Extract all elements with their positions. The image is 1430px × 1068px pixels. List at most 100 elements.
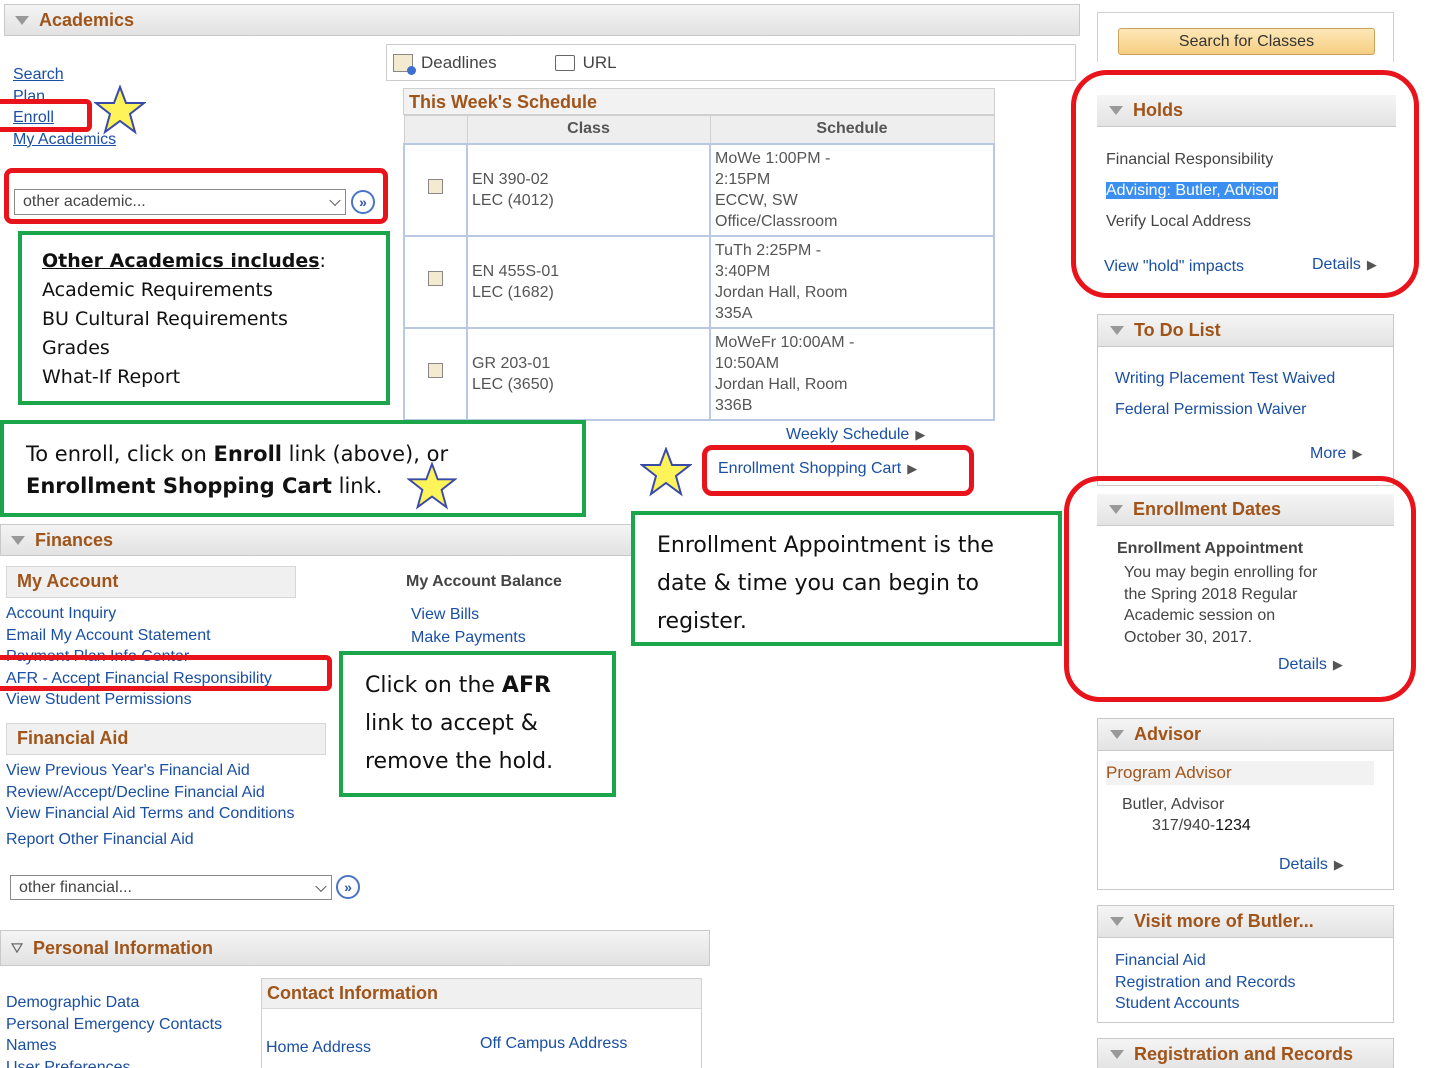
- user-preferences-link[interactable]: User Preferences: [6, 1059, 131, 1068]
- home-address-label[interactable]: Home Address: [266, 1039, 371, 1057]
- url-tab[interactable]: URL: [583, 53, 617, 73]
- collapse-triangle-icon: [1110, 730, 1124, 739]
- todo-item[interactable]: Writing Placement Test Waived: [1115, 370, 1335, 387]
- class-cell: EN 390-02 LEC (4012): [466, 142, 711, 237]
- calendar-icon: [428, 179, 443, 194]
- registration-header[interactable]: Registration and Records: [1098, 1039, 1393, 1068]
- academics-tabs: Deadlines URL: [386, 44, 1076, 81]
- other-financial-select[interactable]: other financial...: [10, 875, 332, 900]
- schedule-line: TuTh 2:25PM -: [715, 241, 822, 259]
- hold-item[interactable]: Verify Local Address: [1106, 206, 1278, 237]
- callout-text: link.: [331, 474, 383, 498]
- previous-aid-link[interactable]: View Previous Year's Financial Aid: [6, 762, 250, 779]
- deadlines-tab[interactable]: Deadlines: [421, 53, 497, 73]
- schedule-line: ECCW, SW: [715, 191, 798, 209]
- visit-link[interactable]: Registration and Records: [1115, 974, 1296, 991]
- off-campus-label[interactable]: Off Campus Address: [480, 1035, 627, 1053]
- advisor-header[interactable]: Advisor: [1098, 719, 1393, 751]
- todo-panel: To Do List Writing Placement Test Waived…: [1097, 314, 1394, 486]
- visit-header[interactable]: Visit more of Butler...: [1098, 906, 1393, 938]
- callout-text: link to accept & remove the hold.: [365, 711, 554, 774]
- class-code: EN 390-02: [472, 170, 549, 188]
- calendar-icon: [428, 363, 443, 378]
- schedule-line: Jordan Hall, Room: [715, 375, 848, 393]
- academics-title: Academics: [39, 9, 135, 30]
- advisor-details-link[interactable]: Details ▶: [1279, 856, 1344, 874]
- table-row: EN 390-02 LEC (4012) MoWe 1:00PM -2:15PM E…: [403, 142, 995, 237]
- contact-info-panel: Contact Information Home Address Off Cam…: [261, 978, 702, 1068]
- email-statement-link[interactable]: Email My Account Statement: [6, 627, 211, 644]
- finances-header[interactable]: Finances: [0, 524, 640, 556]
- schedule-line: 10:50AM: [715, 354, 780, 372]
- callout-colon: :: [319, 250, 326, 272]
- other-academic-value: other academic...: [23, 193, 146, 210]
- collapse-triangle-icon: [1110, 917, 1124, 926]
- class-section: LEC (4012): [472, 191, 554, 209]
- arrow-right-icon: ▶: [1366, 257, 1377, 272]
- report-aid-link[interactable]: Report Other Financial Aid: [6, 831, 194, 849]
- other-academic-select[interactable]: other academic...: [14, 189, 346, 215]
- schedule-line: 3:40PM: [715, 262, 771, 280]
- weekly-schedule-link[interactable]: Weekly Schedule ▶: [786, 426, 925, 444]
- enrollment-appointment-text: You may begin enrolling for the Spring 2…: [1124, 562, 1317, 648]
- other-academics-callout: Other Academics includes: Academic Requi…: [18, 231, 390, 405]
- review-aid-link[interactable]: Review/Accept/Decline Financial Aid: [6, 784, 265, 801]
- enrollment-dates-header[interactable]: Enrollment Dates: [1097, 494, 1394, 526]
- enroll-link[interactable]: Enroll: [13, 109, 54, 126]
- account-inquiry-link[interactable]: Account Inquiry: [6, 605, 116, 622]
- schedule-line: Jordan Hall, Room: [715, 283, 848, 301]
- shopping-cart-link[interactable]: Enrollment Shopping Cart ▶: [718, 460, 917, 478]
- collapse-triangle-icon: [11, 535, 25, 545]
- demographic-link[interactable]: Demographic Data: [6, 994, 139, 1011]
- class-code: EN 455S-01: [472, 262, 560, 280]
- view-bills-link[interactable]: View Bills: [411, 606, 479, 623]
- plan-link[interactable]: Plan: [13, 88, 45, 105]
- holds-title: Holds: [1133, 100, 1184, 120]
- go-button[interactable]: »: [351, 190, 375, 214]
- holds-details-link[interactable]: Details ▶: [1312, 256, 1377, 274]
- arrow-right-icon: ▶: [915, 427, 926, 442]
- names-link[interactable]: Names: [6, 1037, 57, 1054]
- personal-links: Demographic Data Personal Emergency Cont…: [6, 992, 222, 1068]
- visit-link[interactable]: Student Accounts: [1115, 995, 1240, 1012]
- arrow-right-icon: ▶: [1352, 446, 1363, 461]
- personal-header[interactable]: Personal Information: [0, 930, 710, 966]
- phone-prefix: 317/940-: [1152, 817, 1216, 834]
- student-permissions-link[interactable]: View Student Permissions: [6, 691, 192, 708]
- holds-header[interactable]: Holds: [1097, 95, 1396, 127]
- appointment-line: October 30, 2017.: [1124, 628, 1253, 646]
- class-icon-cell: [403, 142, 468, 237]
- icon-column-header: [403, 115, 468, 144]
- make-payments-link[interactable]: Make Payments: [411, 629, 526, 646]
- enrollment-details-link[interactable]: Details ▶: [1278, 656, 1343, 674]
- todo-header[interactable]: To Do List: [1098, 315, 1393, 347]
- aid-terms-link[interactable]: View Financial Aid Terms and Conditions: [6, 805, 294, 822]
- advisor-title: Advisor: [1134, 724, 1202, 744]
- visit-link[interactable]: Financial Aid: [1115, 952, 1206, 969]
- collapse-triangle-icon: [1109, 505, 1123, 514]
- financial-aid-header: Financial Aid: [6, 723, 326, 755]
- hold-item-selected[interactable]: Advising: Butler, Advisor: [1106, 182, 1278, 199]
- collapse-triangle-icon: [1110, 326, 1124, 335]
- class-section: LEC (1682): [472, 283, 554, 301]
- search-link[interactable]: Search: [13, 66, 64, 83]
- payment-plan-link[interactable]: Payment Plan Info Center: [6, 648, 189, 665]
- emergency-contacts-link[interactable]: Personal Emergency Contacts: [6, 1016, 222, 1033]
- callout-bold: Enrollment Shopping Cart: [26, 474, 332, 498]
- calendar-icon: [393, 53, 416, 75]
- academics-header[interactable]: Academics: [4, 4, 1080, 36]
- todo-more-link[interactable]: More ▶: [1310, 445, 1362, 463]
- search-classes-button[interactable]: Search for Classes: [1118, 28, 1375, 55]
- hold-item[interactable]: Financial Responsibility: [1106, 144, 1278, 175]
- class-icon-cell: [403, 234, 468, 329]
- afr-link[interactable]: AFR - Accept Financial Responsibility: [6, 670, 272, 687]
- other-financial-value: other financial...: [19, 878, 132, 896]
- arrow-right-icon: ▶: [1332, 657, 1343, 672]
- hold-impacts-link[interactable]: View "hold" impacts: [1104, 258, 1244, 276]
- go-button[interactable]: »: [336, 875, 360, 899]
- schedule-title: This Week's Schedule: [403, 88, 995, 115]
- financial-aid-links: View Previous Year's Financial Aid Revie…: [6, 760, 294, 825]
- callout-bold: AFR: [501, 673, 551, 698]
- todo-item[interactable]: Federal Permission Waiver: [1115, 401, 1306, 418]
- callout-bold: Enroll: [213, 442, 282, 466]
